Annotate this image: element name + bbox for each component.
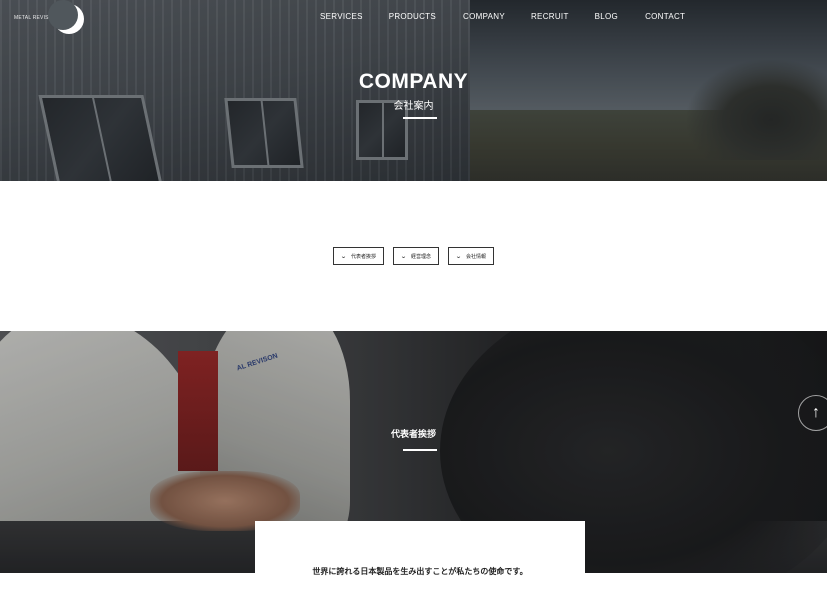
anchor-label: 会社情報	[466, 253, 487, 260]
chevron-down-icon: ⌄	[400, 253, 407, 260]
anchor-label: 代表者挨拶	[350, 253, 376, 260]
message-card	[255, 521, 585, 600]
nav-products[interactable]: PRODUCTS	[389, 12, 436, 21]
logo-moon-icon	[48, 0, 84, 34]
anchor-label: 経営理念	[411, 253, 432, 260]
heading-underline	[403, 449, 437, 451]
title-underline	[403, 117, 437, 119]
page-title: COMPANY	[358, 70, 469, 93]
nav-company[interactable]: COMPANY	[463, 12, 505, 21]
site-logo[interactable]: METAL REVISION	[14, 0, 84, 34]
chevron-down-icon: ⌄	[340, 253, 347, 260]
section-heading: 代表者挨拶	[390, 429, 436, 439]
arrow-up-icon: ↑	[812, 404, 820, 421]
anchor-button-company-info[interactable]: ⌄ 会社情報	[448, 247, 495, 265]
chevron-down-icon: ⌄	[455, 253, 462, 260]
nav-blog[interactable]: BLOG	[595, 12, 618, 21]
page-subtitle: 会社案内	[393, 101, 434, 112]
nav-recruit[interactable]: RECRUIT	[531, 12, 569, 21]
anchor-nav: ⌄ 代表者挨拶 ⌄ 経営理念 ⌄ 会社情報	[0, 247, 827, 265]
nav-services[interactable]: SERVICES	[320, 12, 363, 21]
scroll-top-button[interactable]: ↑	[798, 395, 827, 431]
anchor-button-philosophy[interactable]: ⌄ 経営理念	[392, 247, 440, 265]
main-nav: SERVICES PRODUCTS COMPANY RECRUIT BLOG C…	[320, 12, 685, 21]
message-lead: 世界に誇れる日本製品を生み出すことが私たちの使命です。	[312, 567, 528, 576]
anchor-button-greeting[interactable]: ⌄ 代表者挨拶	[332, 247, 384, 265]
hero-section: METAL REVISION SERVICES PRODUCTS COMPANY…	[0, 0, 827, 181]
nav-contact[interactable]: CONTACT	[645, 12, 685, 21]
